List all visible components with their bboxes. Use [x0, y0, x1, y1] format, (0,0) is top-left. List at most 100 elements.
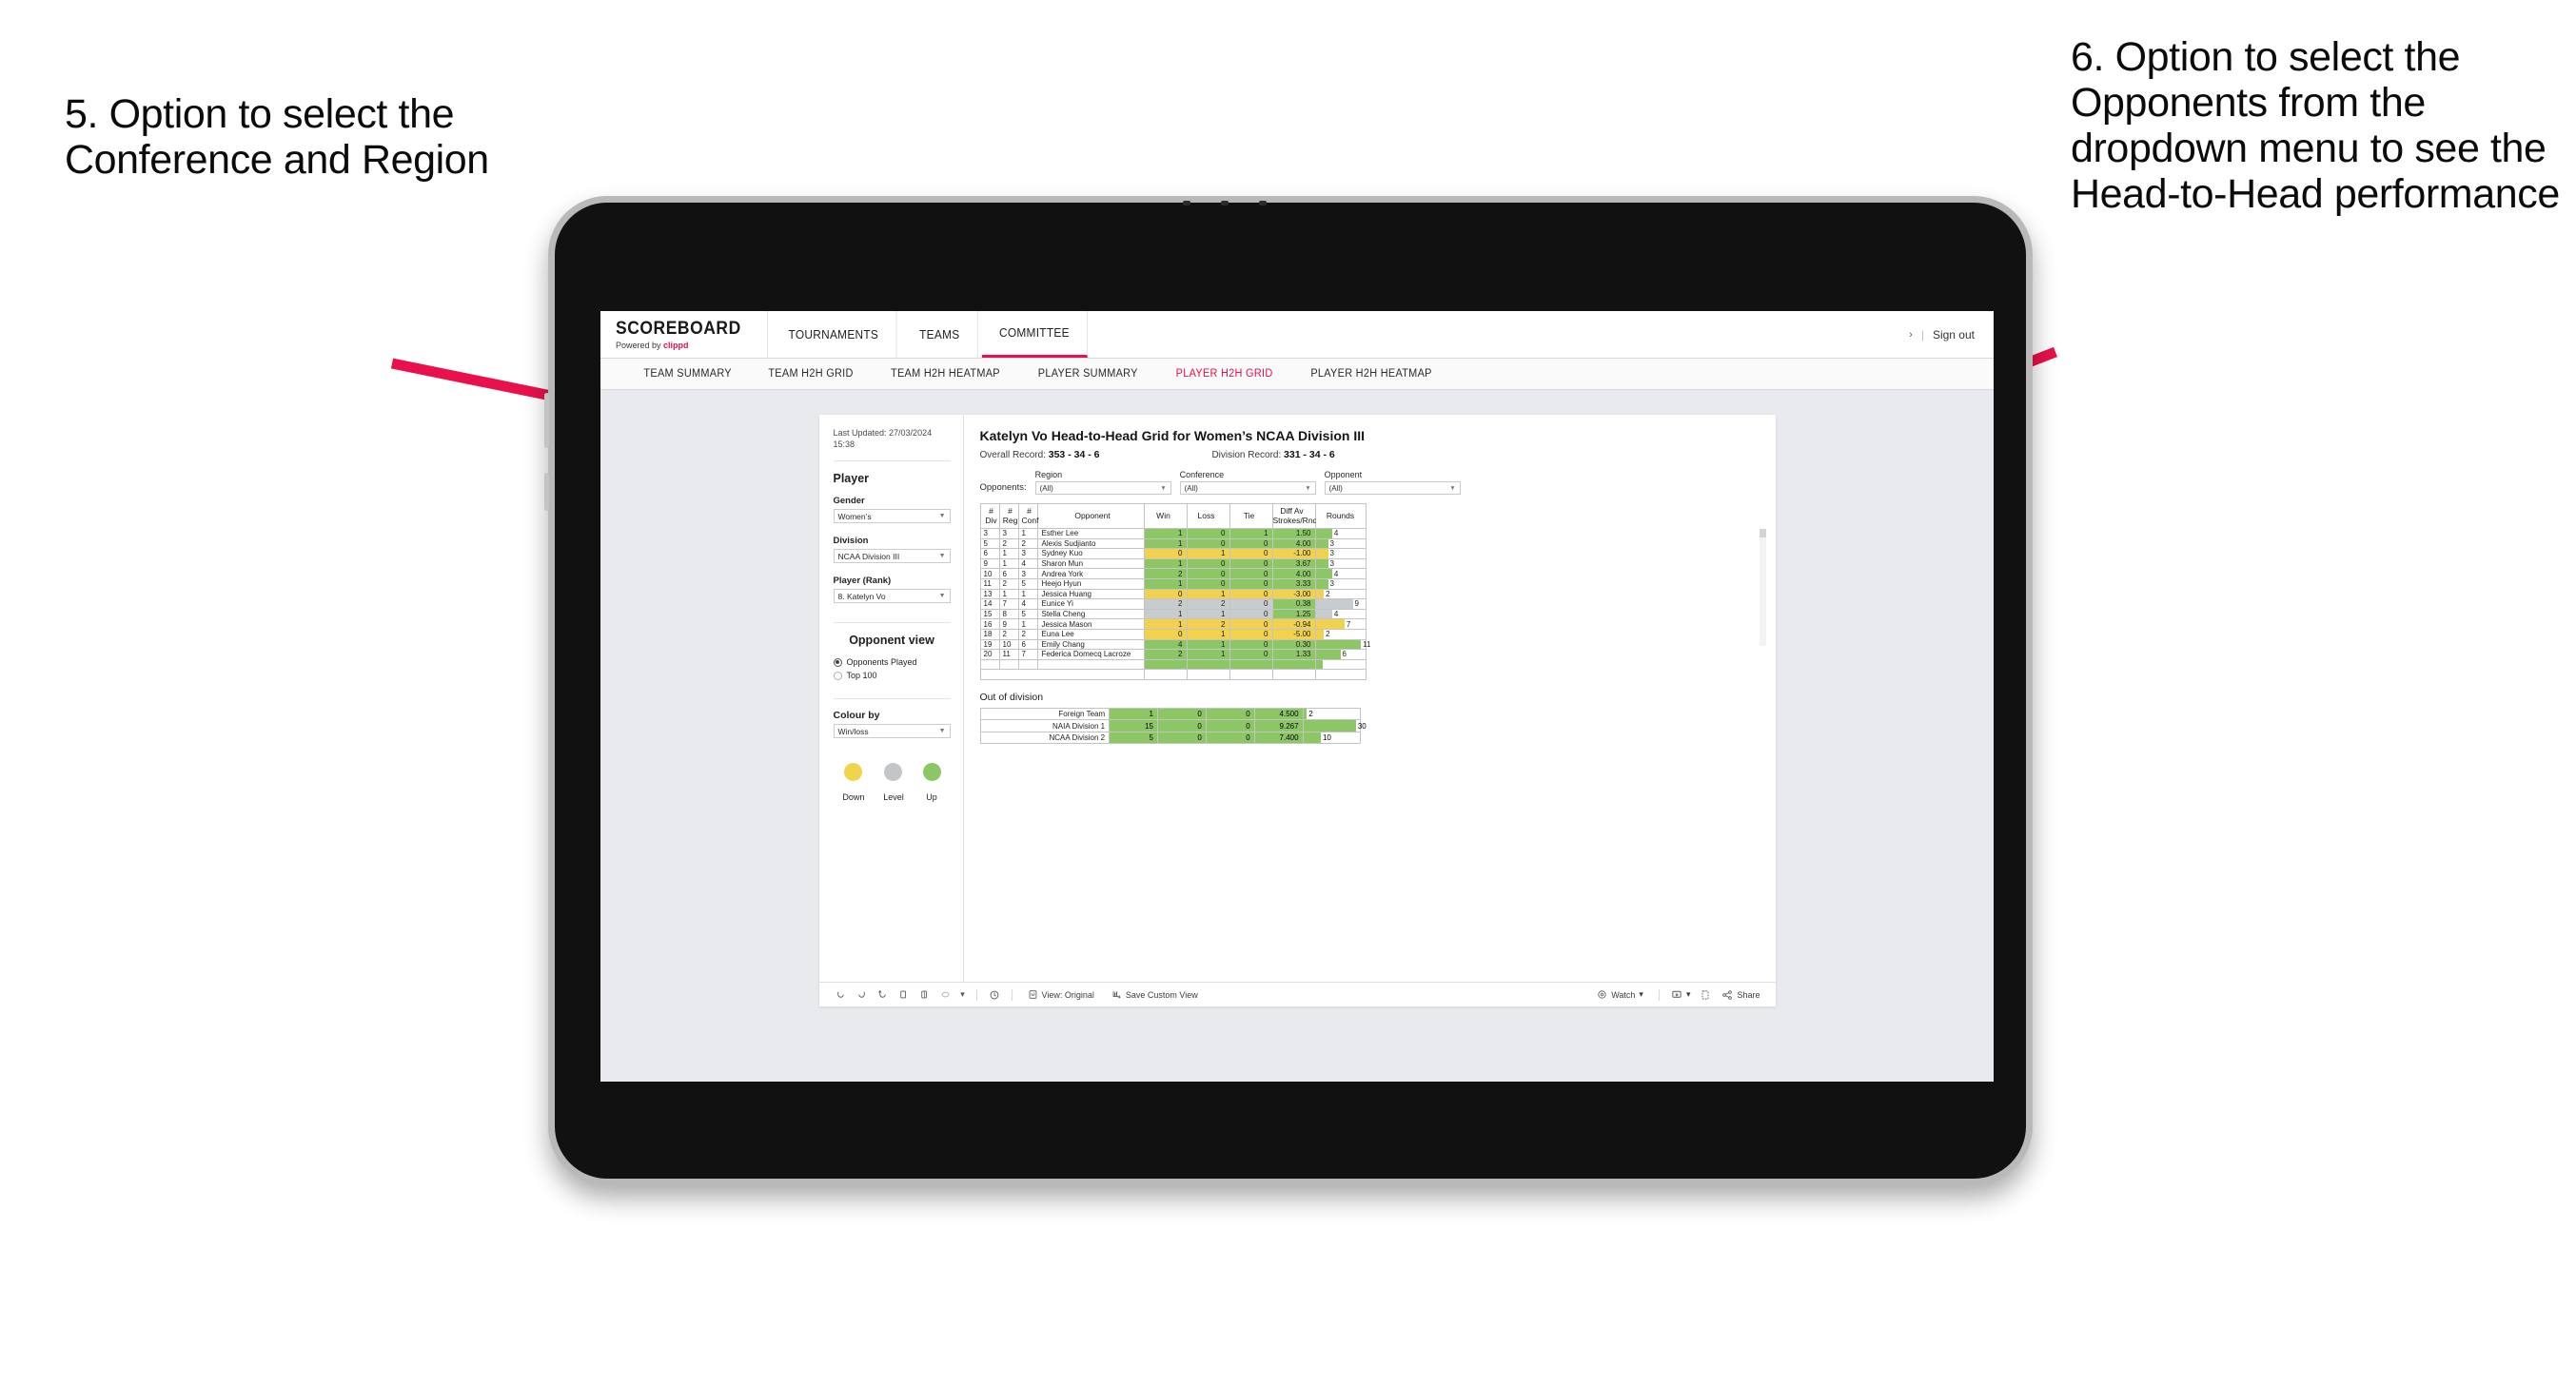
- table-row[interactable]: 14 7 4 Eunice Yi 2 2 0 0.38 9: [979, 598, 1367, 610]
- sign-out-link[interactable]: Sign out: [1933, 328, 1975, 342]
- cell-conf: 5: [1017, 608, 1038, 620]
- gender-label: Gender: [833, 496, 865, 507]
- region-select[interactable]: (All) ▼: [1034, 481, 1171, 495]
- sub-nav-team-h2h-grid[interactable]: TEAM H2H GRID: [754, 368, 870, 380]
- cell-group-name: NCAA Division 2: [979, 731, 1111, 745]
- cell-diff: 4.00: [1271, 568, 1316, 579]
- page-title: Katelyn Vo Head-to-Head Grid for Women’s…: [979, 428, 1366, 443]
- sub-nav-team-summary[interactable]: TEAM SUMMARY: [628, 368, 747, 380]
- sub-nav-player-summary[interactable]: PLAYER SUMMARY: [1023, 368, 1153, 380]
- viz-toolbar: ▾ View: Original Save Custom View Watch …: [818, 982, 1776, 1006]
- division-select[interactable]: NCAA Division III ▼: [833, 549, 951, 564]
- download-button[interactable]: ▾: [1666, 989, 1696, 1001]
- highlight-icon[interactable]: [935, 989, 956, 1000]
- cell-tie: 0: [1205, 731, 1255, 745]
- chevron-down-icon: ▼: [1160, 484, 1167, 492]
- cell-opponent: Federica Domecq Lacroze: [1036, 649, 1145, 660]
- share-button[interactable]: Share: [1716, 989, 1763, 1001]
- grid-scrollbar-thumb[interactable]: [1759, 529, 1766, 537]
- grid-header-row: # Div # Reg # Conf Opponent Win Loss Tie Di…: [979, 503, 1367, 529]
- undo-icon[interactable]: [831, 989, 852, 1000]
- table-row[interactable]: 13 1 1 Jessica Huang 0 1 0 -3.00 2: [979, 588, 1367, 600]
- table-row[interactable]: 16 9 1 Jessica Mason 1 2 0 -0.94 7: [979, 618, 1367, 630]
- player-rank-select[interactable]: 8. Katelyn Vo ▼: [833, 589, 951, 604]
- radio-top-100-label: Top 100: [846, 671, 877, 681]
- radio-top-100[interactable]: Top 100: [833, 671, 951, 681]
- gender-select[interactable]: Women’s ▼: [833, 509, 951, 524]
- table-row[interactable]: 6 1 3 Sydney Kuo 0 1 0 -1.00 3: [979, 548, 1367, 559]
- table-row[interactable]: 11 2 5 Heejo Hyun 1 0 0 3.33 3: [979, 577, 1367, 590]
- division-value: NCAA Division III: [837, 551, 900, 561]
- revert-icon[interactable]: [873, 989, 894, 1000]
- cell-conf: 1: [1017, 528, 1038, 539]
- top-nav-tournaments[interactable]: TOURNAMENTS: [772, 311, 897, 358]
- volume-button[interactable]: [544, 473, 549, 511]
- out-of-division-row[interactable]: Foreign Team 1 0 0 4.500 2: [979, 707, 1361, 721]
- cell-rounds: 2: [1314, 628, 1367, 640]
- table-row[interactable]: 19 10 6 Emily Chang 4 1 0 0.30 11: [979, 638, 1370, 651]
- save-custom-view-button[interactable]: Save Custom View: [1103, 989, 1207, 1000]
- cell-opponent: Andrea York: [1036, 568, 1145, 579]
- grid-body: 3 3 1 Esther Lee 1 0 1 1.50 4 5 2 2 Alexis Sudjianto…: [979, 528, 1370, 680]
- table-row[interactable]: 20 11 7 Federica Domecq Lacroze 2 1 0 1.33 6: [979, 649, 1367, 660]
- fullscreen-icon[interactable]: [1695, 989, 1716, 1001]
- cell-div: 3: [979, 528, 1000, 539]
- conference-select[interactable]: (All) ▼: [1179, 481, 1316, 495]
- clear-sheet-icon[interactable]: [984, 989, 1005, 1001]
- opponent-select[interactable]: (All) ▼: [1324, 481, 1461, 495]
- cell-rounds-value: 3: [1329, 549, 1334, 558]
- cell-loss: 0: [1156, 731, 1207, 745]
- volume-button[interactable]: [544, 393, 549, 448]
- cell-rounds-value: 30: [1357, 721, 1367, 731]
- opponent-value: (All): [1328, 483, 1343, 493]
- table-row[interactable]: 15 8 5 Stella Cheng 1 1 0 1.25 4: [979, 608, 1367, 620]
- top-nav-committee[interactable]: COMMITTEE: [982, 311, 1089, 358]
- highlight-caret-icon[interactable]: ▾: [956, 989, 970, 1000]
- cell-win: 1: [1143, 608, 1188, 620]
- cell-conf: 3: [1017, 548, 1038, 559]
- sub-nav-player-h2h-heatmap[interactable]: PLAYER H2H HEATMAP: [1295, 368, 1447, 380]
- brand-logo[interactable]: SCOREBOARD Powered by clippd: [600, 311, 769, 358]
- sub-nav-player-h2h-grid[interactable]: PLAYER H2H GRID: [1160, 368, 1288, 380]
- cell-reg: 1: [998, 588, 1019, 600]
- camera-dot: [1183, 201, 1190, 205]
- cell-rounds: 4: [1314, 568, 1367, 579]
- colour-by-select[interactable]: Win/loss ▼: [833, 724, 951, 739]
- view-original-button[interactable]: View: Original: [1019, 989, 1103, 1000]
- redo-icon[interactable]: [852, 989, 873, 1000]
- table-row[interactable]: 5 2 2 Alexis Sudjianto 1 0 0 4.00 3: [979, 537, 1367, 550]
- last-updated-text: Last Updated: 27/03/2024 15:38: [833, 428, 933, 449]
- region-label: Region: [1034, 470, 1063, 479]
- share-label: Share: [1737, 989, 1760, 1000]
- workspace: Last Updated: 27/03/2024 15:38 Player Ge…: [600, 390, 1994, 1082]
- cell-rounds: 2: [1314, 588, 1367, 600]
- cell-loss: 1: [1186, 548, 1230, 559]
- radio-opponents-played[interactable]: Opponents Played: [833, 657, 951, 667]
- watch-button[interactable]: Watch ▾: [1588, 989, 1652, 1000]
- cell-diff: 4.500: [1253, 707, 1304, 721]
- cell-win: 1: [1143, 577, 1188, 590]
- top-nav-teams[interactable]: TEAMS: [902, 311, 978, 358]
- chevron-right-icon[interactable]: ›: [1909, 329, 1913, 341]
- brand-tagline: Powered by clippd: [616, 341, 752, 350]
- table-row[interactable]: 3 3 1 Esther Lee 1 0 1 1.50 4: [979, 528, 1367, 539]
- cell-rounds-value: 2: [1326, 589, 1330, 598]
- pause-icon[interactable]: [914, 989, 935, 1000]
- cell-opponent: Stella Cheng: [1036, 608, 1145, 620]
- table-row[interactable]: 10 6 3 Andrea York 2 0 0 4.00 4: [979, 568, 1367, 579]
- cell-opponent: Sharon Mun: [1036, 557, 1145, 570]
- cell-loss: 1: [1186, 649, 1230, 660]
- grid-scrollbar[interactable]: [1759, 529, 1766, 646]
- sub-nav-team-h2h-heatmap[interactable]: TEAM H2H HEATMAP: [875, 368, 1015, 380]
- division-record-value: 331 - 34 - 6: [1284, 449, 1335, 460]
- refresh-icon[interactable]: [894, 989, 914, 1000]
- out-of-division-row[interactable]: NCAA Division 2 5 0 0 7.400 10: [979, 731, 1361, 745]
- cell-diff: 0.38: [1271, 598, 1316, 610]
- sub-nav: TEAM SUMMARY TEAM H2H GRID TEAM H2H HEAT…: [600, 359, 1994, 390]
- chevron-down-icon: ▼: [938, 513, 946, 520]
- table-row[interactable]: 18 2 2 Euna Lee 0 1 0 -5.00 2: [979, 628, 1367, 640]
- table-row[interactable]: 9 1 4 Sharon Mun 1 0 0 3.67 3: [979, 557, 1367, 570]
- conference-filter: Conference (All) ▼: [1179, 470, 1316, 495]
- out-of-division-row[interactable]: NAIA Division 1 15 0 0 9.267 30: [979, 719, 1367, 732]
- cell-tie: 0: [1229, 598, 1273, 610]
